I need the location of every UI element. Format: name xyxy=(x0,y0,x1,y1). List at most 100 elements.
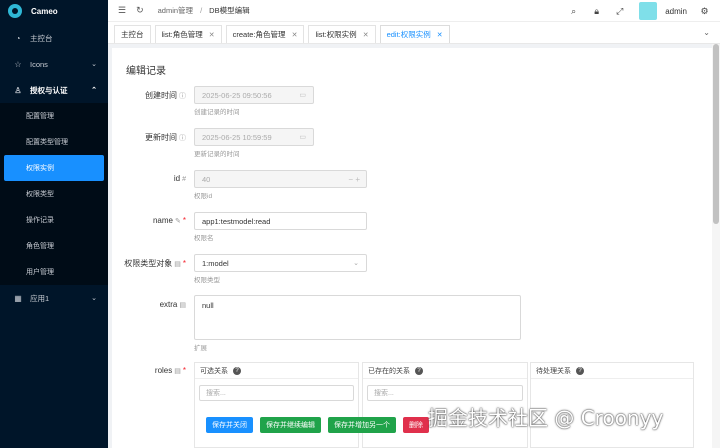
sidebar-item-permission-type[interactable]: 权限类型 xyxy=(0,181,108,207)
app-logo[interactable]: Cameo xyxy=(0,0,108,22)
sidebar-item-label: 用户管理 xyxy=(26,269,54,276)
panel-header: 可选关系? xyxy=(195,363,358,379)
panel-title: 待处理关系 xyxy=(536,367,571,375)
perm-type-value: 1:model xyxy=(202,258,229,268)
perm-type-select[interactable]: 1:model ⌄ xyxy=(194,254,367,272)
sidebar-item-config-type[interactable]: 配置类型管理 xyxy=(0,129,108,155)
created-label: 创建时间 ⓘ xyxy=(145,90,186,101)
sidebar-item-label: 配置管理 xyxy=(26,113,54,120)
menu-fold-icon[interactable]: ☰ xyxy=(118,5,126,16)
chevron-down-icon: ⌄ xyxy=(91,61,97,68)
avatar[interactable] xyxy=(639,2,658,20)
tab-bar: 主控台 list:角色管理 ✕ create:角色管理 ✕ list:权限实例 ✕ e… xyxy=(108,22,720,44)
save-continue-button[interactable]: 保存并继续编辑 xyxy=(260,417,321,433)
name-label-text: name xyxy=(152,216,173,225)
app-name: Cameo xyxy=(31,6,58,16)
doc-icon: ▤ xyxy=(179,302,186,309)
search-input[interactable]: 搜索... xyxy=(199,385,354,401)
edit-form-panel: 编辑记录 创建时间 ⓘ 2025-06-25 09:50:56 ▭ 创建记录的时间… xyxy=(112,48,712,448)
created-input: 2025-06-25 09:50:56 ▭ xyxy=(194,86,314,104)
breadcrumb-separator: / xyxy=(200,6,203,15)
sidebar-item-dashboard[interactable]: ◔ 主控台 xyxy=(0,25,108,51)
extra-textarea[interactable]: null xyxy=(194,295,521,340)
tab-edit-permission[interactable]: edit:权限实例 ✕ xyxy=(379,25,450,43)
breadcrumb-item-current: DB模型编辑 xyxy=(209,6,250,15)
tab-label: 主控台 xyxy=(121,30,144,39)
chevron-down-icon[interactable]: ⌄ xyxy=(703,28,710,37)
perm-type-field: 1:model ⌄ 权限类型 xyxy=(194,254,367,284)
doc-icon: ▤ xyxy=(174,261,181,268)
close-icon[interactable]: ✕ xyxy=(437,31,443,39)
question-icon[interactable]: ? xyxy=(576,366,584,375)
sidebar-item-roles[interactable]: 角色管理 xyxy=(0,233,108,259)
search-input[interactable]: 搜索... xyxy=(367,385,523,401)
breadcrumb-item[interactable]: admin管理 xyxy=(158,5,193,16)
close-icon[interactable]: ✕ xyxy=(363,31,369,39)
lock-icon[interactable]: 🔒︎ xyxy=(591,6,602,17)
page-scrollbar[interactable] xyxy=(712,44,720,448)
save-add-another-button[interactable]: 保存并增加另一个 xyxy=(328,417,396,433)
breadcrumb: admin管理 / DB模型编辑 xyxy=(158,5,250,16)
required-mark: * xyxy=(182,259,186,268)
created-field: 2025-06-25 09:50:56 ▭ 创建记录的时间 xyxy=(194,86,314,116)
sidebar-item-label: 权限类型 xyxy=(26,191,54,198)
sidebar-item-auth[interactable]: ♙ 授权与认证 ⌃ xyxy=(0,77,108,103)
header-actions: ⌕ 🔒︎ ⤢ admin ⚙ xyxy=(556,0,710,22)
close-icon[interactable]: ✕ xyxy=(292,31,298,39)
id-label: id # xyxy=(174,174,186,183)
sidebar-item-label: 操作记录 xyxy=(26,217,54,224)
top-header: ☰ ↻ admin管理 / DB模型编辑 ⌕ 🔒︎ ⤢ admin ⚙ xyxy=(108,0,720,22)
updated-label: 更新时间 ⓘ xyxy=(145,132,186,143)
sidebar-item-config[interactable]: 配置管理 xyxy=(0,103,108,129)
delete-button[interactable]: 删除 xyxy=(403,417,429,433)
scrollbar-thumb[interactable] xyxy=(713,44,719,224)
sidebar-item-label: 配置类型管理 xyxy=(26,139,68,146)
tab-dashboard[interactable]: 主控台 xyxy=(114,25,151,43)
chevron-down-icon: ⌄ xyxy=(91,295,97,302)
sidebar-item-users[interactable]: 用户管理 xyxy=(0,259,108,285)
sidebar-submenu: 配置管理 配置类型管理 权限实例 权限类型 操作记录 角色管理 用户管理 xyxy=(0,103,108,285)
tab-label: create:角色管理 xyxy=(232,30,286,39)
pencil-icon: ✎ xyxy=(175,218,181,225)
required-mark: * xyxy=(182,366,186,375)
name-label: name ✎ * xyxy=(153,216,186,225)
tab-label: list:权限实例 xyxy=(315,30,357,39)
fullscreen-icon[interactable]: ⤢ xyxy=(614,6,625,17)
grid-icon: ▦ xyxy=(14,293,22,303)
refresh-icon[interactable]: ↻ xyxy=(136,5,144,16)
id-field: 40 − + 权限id xyxy=(194,170,367,200)
sidebar-item-label: 权限实例 xyxy=(26,165,54,172)
panel-header: 已存在的关系? xyxy=(363,363,527,379)
updated-help: 更新记录的时间 xyxy=(194,151,240,158)
tab-label: list:角色管理 xyxy=(161,30,203,39)
tab-create-roles[interactable]: create:角色管理 ✕ xyxy=(225,25,305,43)
doc-icon: ▤ xyxy=(174,368,181,375)
sidebar-item-label: 角色管理 xyxy=(26,243,54,250)
tab-list-roles[interactable]: list:角色管理 ✕ xyxy=(154,25,222,43)
sidebar-item-permission-instance[interactable]: 权限实例 xyxy=(4,155,104,181)
save-close-button[interactable]: 保存并关闭 xyxy=(206,417,253,433)
question-icon[interactable]: ? xyxy=(415,366,423,375)
watermark: 掘金技术社区 @ Croonyy xyxy=(428,406,664,430)
name-input[interactable]: app1:testmodel:read xyxy=(194,212,367,230)
cameo-logo-icon xyxy=(8,4,22,18)
sidebar-item-operation-log[interactable]: 操作记录 xyxy=(0,207,108,233)
hash-icon: # xyxy=(182,176,186,183)
star-icon: ☆ xyxy=(14,59,22,69)
panel-title: 可选关系 xyxy=(200,367,228,375)
close-icon[interactable]: ✕ xyxy=(209,31,215,39)
sidebar-item-icons[interactable]: ☆ Icons ⌄ xyxy=(0,51,108,77)
user-icon: ♙ xyxy=(14,85,22,95)
page-title: 编辑记录 xyxy=(126,66,166,77)
extra-label-text: extra xyxy=(159,300,178,309)
sidebar-item-app1[interactable]: ▦ 应用1 ⌄ xyxy=(0,285,108,311)
username[interactable]: admin xyxy=(665,7,687,16)
sidebar: Cameo ◔ 主控台 ☆ Icons ⌄ ♙ 授权与认证 ⌃ 配置管理 配置类… xyxy=(0,0,108,448)
panel-header: 待处理关系? xyxy=(531,363,693,379)
sidebar-item-label: 授权与认证 xyxy=(30,85,68,95)
search-icon[interactable]: ⌕ xyxy=(568,6,579,17)
stepper-icon: − + xyxy=(348,174,360,184)
tab-list-permissions[interactable]: list:权限实例 ✕ xyxy=(308,25,376,43)
question-icon[interactable]: ? xyxy=(233,366,241,375)
gear-icon[interactable]: ⚙ xyxy=(699,6,710,17)
